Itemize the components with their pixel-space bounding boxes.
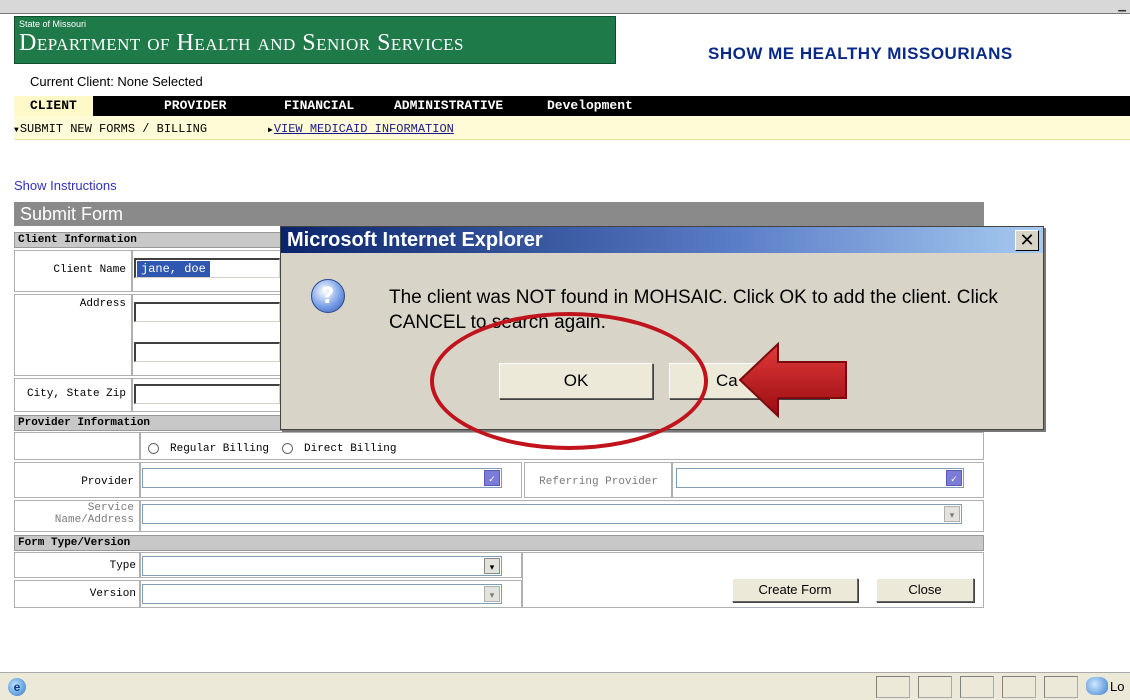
subnav-item-submit-forms[interactable]: ▼SUBMIT NEW FORMS / BILLING [14, 122, 207, 136]
subnav-item-label: VIEW MEDICAID INFORMATION [273, 122, 454, 136]
dialog-title: Microsoft Internet Explorer [281, 227, 1043, 253]
subnav-item-label: SUBMIT NEW FORMS / BILLING [19, 122, 208, 136]
version-select[interactable]: ▾ [142, 584, 502, 604]
page: ▁ State of Missouri Department of Health… [0, 0, 1130, 700]
show-instructions-link[interactable]: Show Instructions [14, 178, 117, 193]
create-form-button[interactable]: Create Form [732, 578, 858, 602]
status-pane [1002, 676, 1036, 698]
department-name: Department of Health and Senior Services [19, 30, 464, 56]
form-title: Submit Form [14, 202, 984, 226]
tagline: SHOW ME HEALTHY MISSOURIANS [708, 44, 1013, 63]
type-label: Type [109, 560, 136, 572]
chevron-down-icon[interactable]: ✓ [484, 470, 500, 486]
nav-item-provider[interactable]: PROVIDER [164, 98, 226, 113]
scroll-up-icon[interactable]: ▁ [1118, 1, 1126, 12]
nav-item-client[interactable]: CLIENT [14, 96, 93, 116]
city-state-zip-label: City, State Zip [26, 388, 126, 400]
nav-item-administrative[interactable]: ADMINISTRATIVE [394, 98, 503, 113]
regular-billing-radio[interactable] [148, 443, 159, 454]
ok-button[interactable]: OK [499, 363, 653, 399]
client-name-value: jane, doe [137, 261, 210, 277]
dialog-message: The client was NOT found in MOHSAIC. Cli… [389, 287, 998, 333]
service-label-line2: Name/Address [54, 514, 134, 526]
regular-billing-label: Regular Billing [170, 443, 270, 455]
direct-billing-label: Direct Billing [304, 443, 397, 455]
status-pane [918, 676, 952, 698]
triangle-right-icon: ▶ [268, 126, 273, 135]
ie-icon: e [8, 678, 26, 696]
address-label: Address [79, 298, 126, 310]
chevron-down-icon[interactable]: ✓ [946, 470, 962, 486]
type-select[interactable]: ▾ [142, 556, 502, 576]
address-line1-input[interactable] [134, 302, 280, 322]
client-name-input[interactable]: jane, doe [134, 258, 280, 278]
close-form-button[interactable]: Close [876, 578, 974, 602]
cancel-button[interactable]: Ca [669, 363, 829, 399]
nav-item-development[interactable]: Development [547, 98, 633, 113]
chevron-down-icon[interactable]: ▾ [944, 506, 960, 522]
question-icon: ? [311, 279, 345, 313]
client-name-label: Client Name [53, 264, 126, 276]
status-pane [960, 676, 994, 698]
department-logo: State of Missouri Department of Health a… [14, 16, 616, 64]
status-text: Lo [1110, 679, 1125, 694]
main-nav: CLIENT PROVIDER FINANCIAL ADMINISTRATIVE… [14, 96, 1130, 116]
chevron-down-icon[interactable]: ▾ [484, 558, 500, 574]
nav-item-financial[interactable]: FINANCIAL [284, 98, 354, 113]
referring-provider-label: Referring Provider [539, 476, 658, 488]
chevron-down-icon[interactable]: ▾ [484, 586, 500, 602]
service-label-line1: Service [87, 502, 134, 514]
alert-dialog: Microsoft Internet Explorer ✕ ? The clie… [280, 226, 1044, 430]
close-icon[interactable]: ✕ [1015, 230, 1039, 251]
version-label: Version [89, 588, 136, 600]
network-icon [1086, 677, 1108, 695]
status-pane [1044, 676, 1078, 698]
billing-label-cell [14, 432, 140, 460]
direct-billing-radio[interactable] [282, 443, 293, 454]
service-select[interactable]: ▾ [142, 504, 962, 524]
sub-nav: ▼SUBMIT NEW FORMS / BILLING ▶VIEW MEDICA… [14, 116, 1130, 140]
current-client-label: Current Client: None Selected [30, 74, 203, 89]
provider-label: Provider [81, 476, 134, 488]
browser-top-strip: ▁ [0, 0, 1130, 14]
triangle-down-icon: ▼ [14, 126, 19, 135]
referring-provider-select[interactable]: ✓ [676, 468, 964, 488]
state-label: State of Missouri [19, 19, 87, 29]
form-type-section: Form Type/Version [14, 535, 984, 551]
provider-select[interactable]: ✓ [142, 468, 502, 488]
subnav-item-view-medicaid[interactable]: ▶VIEW MEDICAID INFORMATION [268, 122, 454, 136]
status-bar: e Lo [0, 672, 1130, 700]
status-pane [876, 676, 910, 698]
address-line2-input[interactable] [134, 342, 280, 362]
service-label: Service Name/Address [16, 502, 134, 526]
city-state-zip-input[interactable] [134, 384, 280, 404]
